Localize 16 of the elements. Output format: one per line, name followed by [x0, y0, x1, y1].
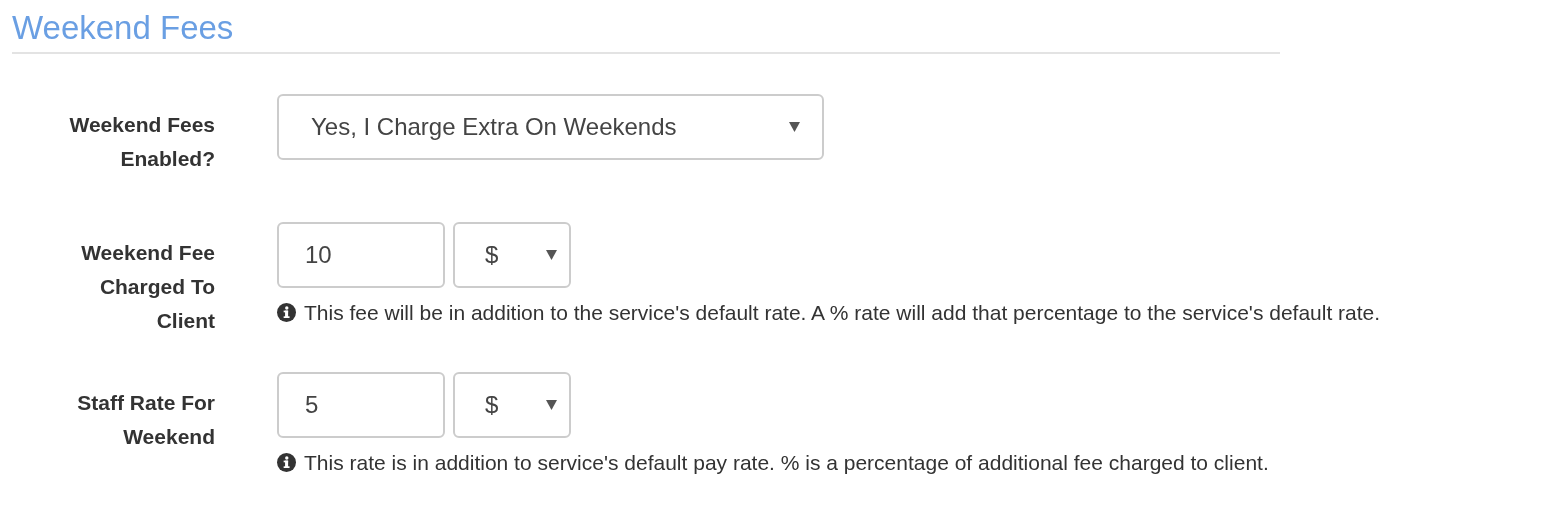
input-field[interactable]: 10	[277, 222, 445, 288]
field-label: Staff Rate For Weekend	[76, 390, 215, 450]
field-label: Weekend Fee Charged To Client	[80, 240, 215, 334]
section-heading: Weekend Fees	[12, 8, 234, 48]
info-icon	[277, 303, 296, 322]
unit-select[interactable]: $	[453, 222, 571, 288]
help-text: This fee will be in addition to the service's default rate. A % rate will add that percentage to the service's default rate.	[304, 300, 1381, 326]
help-text: This rate is in addition to service's default pay rate. % is a percentage of additional fee charged to client.	[304, 450, 1269, 476]
unit-select[interactable]: $	[453, 372, 571, 438]
field-label: Weekend Fees Enabled?	[68, 112, 215, 172]
caret-icon	[546, 250, 557, 260]
select-field[interactable]: Yes, I Charge Extra On Weekends	[277, 94, 824, 160]
caret-icon	[789, 122, 800, 132]
caret-icon	[546, 400, 557, 410]
info-icon	[277, 453, 296, 472]
input-field[interactable]: 5	[277, 372, 445, 438]
